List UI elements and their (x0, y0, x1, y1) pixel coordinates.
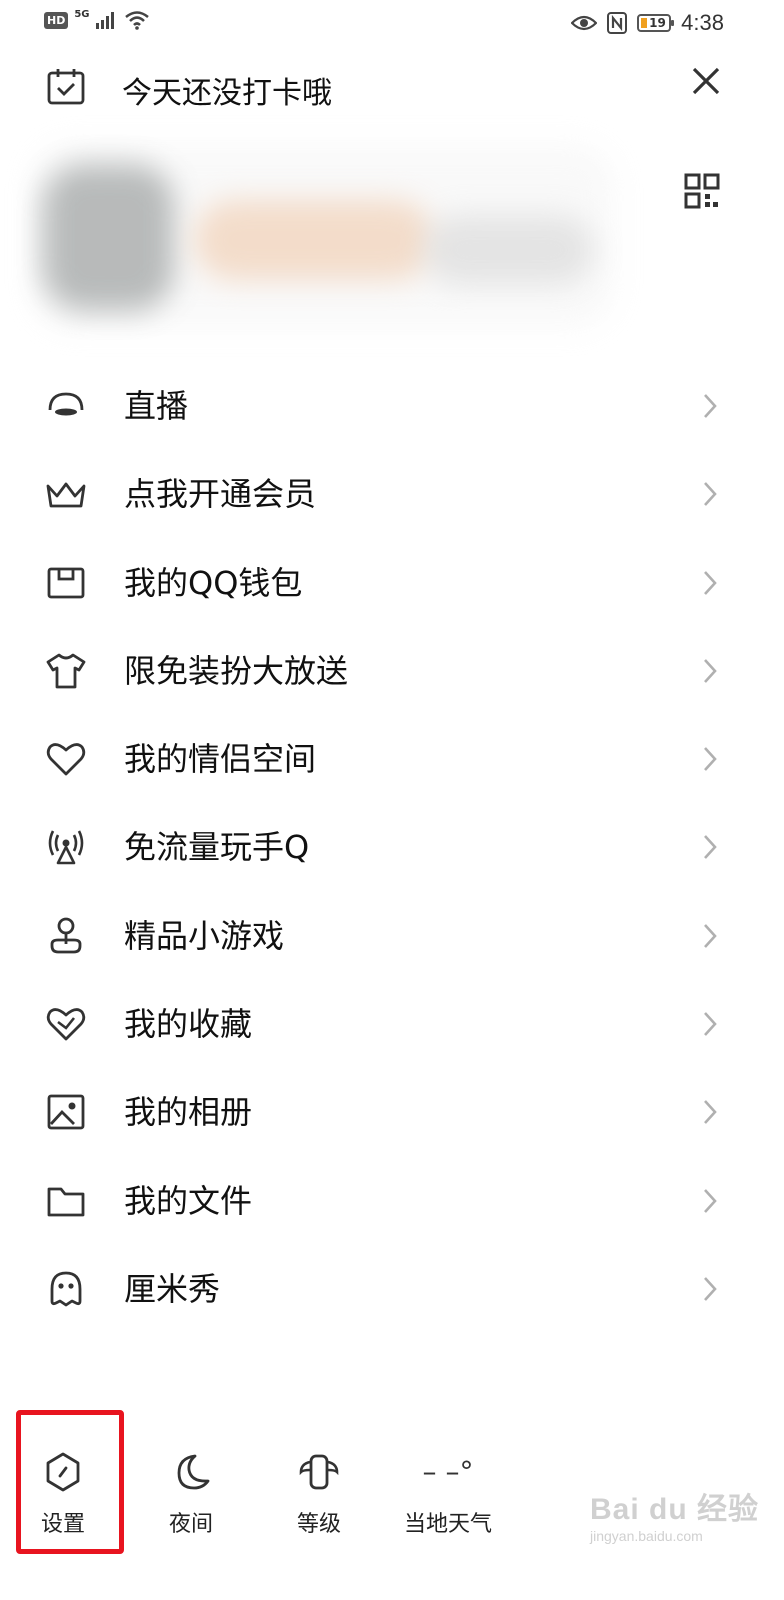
hd-badge: HD (44, 11, 69, 29)
menu-item-label: 免流量玩手Q (124, 828, 310, 867)
menu-item-files[interactable]: 我的文件 (0, 1155, 784, 1243)
checkin-reminder[interactable]: 今天还没打卡哦 (122, 68, 332, 112)
menu-item-label: 我的文件 (124, 1181, 253, 1220)
menu-item-label: 精品小游戏 (124, 916, 285, 955)
ghost-icon (50, 1271, 82, 1307)
moon-icon (177, 1454, 210, 1490)
level-label: 等级 (296, 1512, 341, 1537)
chevron-right-icon (704, 1100, 717, 1125)
watermark-sub: jingyan.baidu.com (590, 1528, 703, 1544)
chevron-right-icon (704, 1188, 717, 1213)
weather-label: 当地天气 (403, 1512, 492, 1537)
menu-item-label: 我的情侣空间 (124, 740, 317, 779)
weather-icon: – –° (422, 1455, 474, 1488)
folder-icon (47, 1187, 85, 1217)
chevron-right-icon (704, 570, 717, 595)
battery-level: 19 (649, 16, 666, 30)
status-bar-right: 19 4:38 (571, 10, 724, 36)
heart-icon (46, 743, 86, 776)
favorite-heart-icon (46, 1008, 86, 1041)
menu-item-mini-games[interactable]: 精品小游戏 (0, 890, 784, 978)
chevron-right-icon (704, 1277, 717, 1301)
drawer-header: 今天还没打卡哦 (0, 55, 784, 119)
calendar-check-icon[interactable] (46, 67, 86, 107)
menu-item-label: 点我开通会员 (124, 475, 317, 514)
signal-icon (95, 12, 114, 29)
status-bar-left: HD 5G (44, 8, 150, 30)
menu-item-label: 我的收藏 (124, 1005, 253, 1044)
menu-item-label: 我的相册 (124, 1093, 253, 1132)
chevron-right-icon (704, 747, 717, 772)
chevron-right-icon (704, 923, 717, 948)
chevron-right-icon (704, 482, 717, 507)
night-mode-button[interactable]: 夜间 (136, 1450, 246, 1560)
battery-icon: 19 (637, 14, 675, 32)
settings-icon (46, 1452, 80, 1492)
battery-fill (641, 18, 648, 28)
menu-item-favorites[interactable]: 我的收藏 (0, 978, 784, 1066)
profile-card-blurred[interactable] (34, 145, 614, 327)
baidu-jingyan-watermark: Bai du 经验 jingyan.baidu.com (590, 1484, 770, 1564)
settings-label: 设置 (40, 1512, 85, 1537)
eye-icon (571, 15, 598, 31)
menu-item-dressup[interactable]: 限免装扮大放送 (0, 625, 784, 713)
chevron-right-icon (704, 1012, 717, 1036)
tshirt-icon (46, 653, 86, 689)
live-icon (48, 392, 84, 416)
nfc-icon (607, 12, 628, 34)
menu-item-cmshow[interactable]: 厘米秀 (0, 1243, 784, 1331)
drawer-menu: 直播 点我开通会员 我的QQ钱包 限免装扮大放送 我的情侣空间 免流量玩手Q 精… (0, 360, 784, 1331)
wifi-icon (124, 11, 149, 30)
menu-item-vip[interactable]: 点我开通会员 (0, 448, 784, 536)
signal-tower-icon (48, 830, 84, 865)
menu-item-couple-space[interactable]: 我的情侣空间 (0, 713, 784, 801)
level-icon (299, 1454, 339, 1490)
qr-code-icon[interactable] (684, 173, 720, 209)
clock: 4:38 (681, 10, 724, 35)
qq-side-drawer: HD 5G 19 4:38 今天还没打卡哦 直播 点我开通会员 我的QQ钱包 限… (0, 0, 784, 1600)
close-icon[interactable] (686, 61, 726, 101)
weather-button[interactable]: – –° 当地天气 (392, 1450, 504, 1560)
photo-icon (47, 1094, 85, 1130)
chevron-right-icon (704, 659, 717, 683)
wallet-icon (47, 567, 85, 598)
level-button[interactable]: 等级 (264, 1450, 374, 1560)
crown-icon (46, 482, 86, 508)
menu-item-label: 厘米秀 (124, 1269, 221, 1308)
watermark-main: Bai du 经验 (590, 1493, 760, 1526)
network-type: 5G (74, 8, 90, 20)
chevron-right-icon (704, 394, 717, 418)
status-bar: HD 5G 19 4:38 (0, 0, 784, 48)
menu-item-label: 我的QQ钱包 (124, 563, 303, 602)
menu-item-label: 限免装扮大放送 (124, 651, 349, 690)
menu-item-live[interactable]: 直播 (0, 360, 784, 448)
menu-item-free-data[interactable]: 免流量玩手Q (0, 801, 784, 889)
chevron-right-icon (704, 835, 717, 860)
menu-item-label: 直播 (124, 387, 189, 425)
profile-bg-blur (34, 145, 614, 327)
menu-item-wallet[interactable]: 我的QQ钱包 (0, 537, 784, 625)
joystick-icon (50, 917, 82, 954)
menu-item-album[interactable]: 我的相册 (0, 1066, 784, 1154)
settings-button[interactable]: 设置 (8, 1450, 118, 1560)
night-mode-label: 夜间 (168, 1512, 213, 1537)
